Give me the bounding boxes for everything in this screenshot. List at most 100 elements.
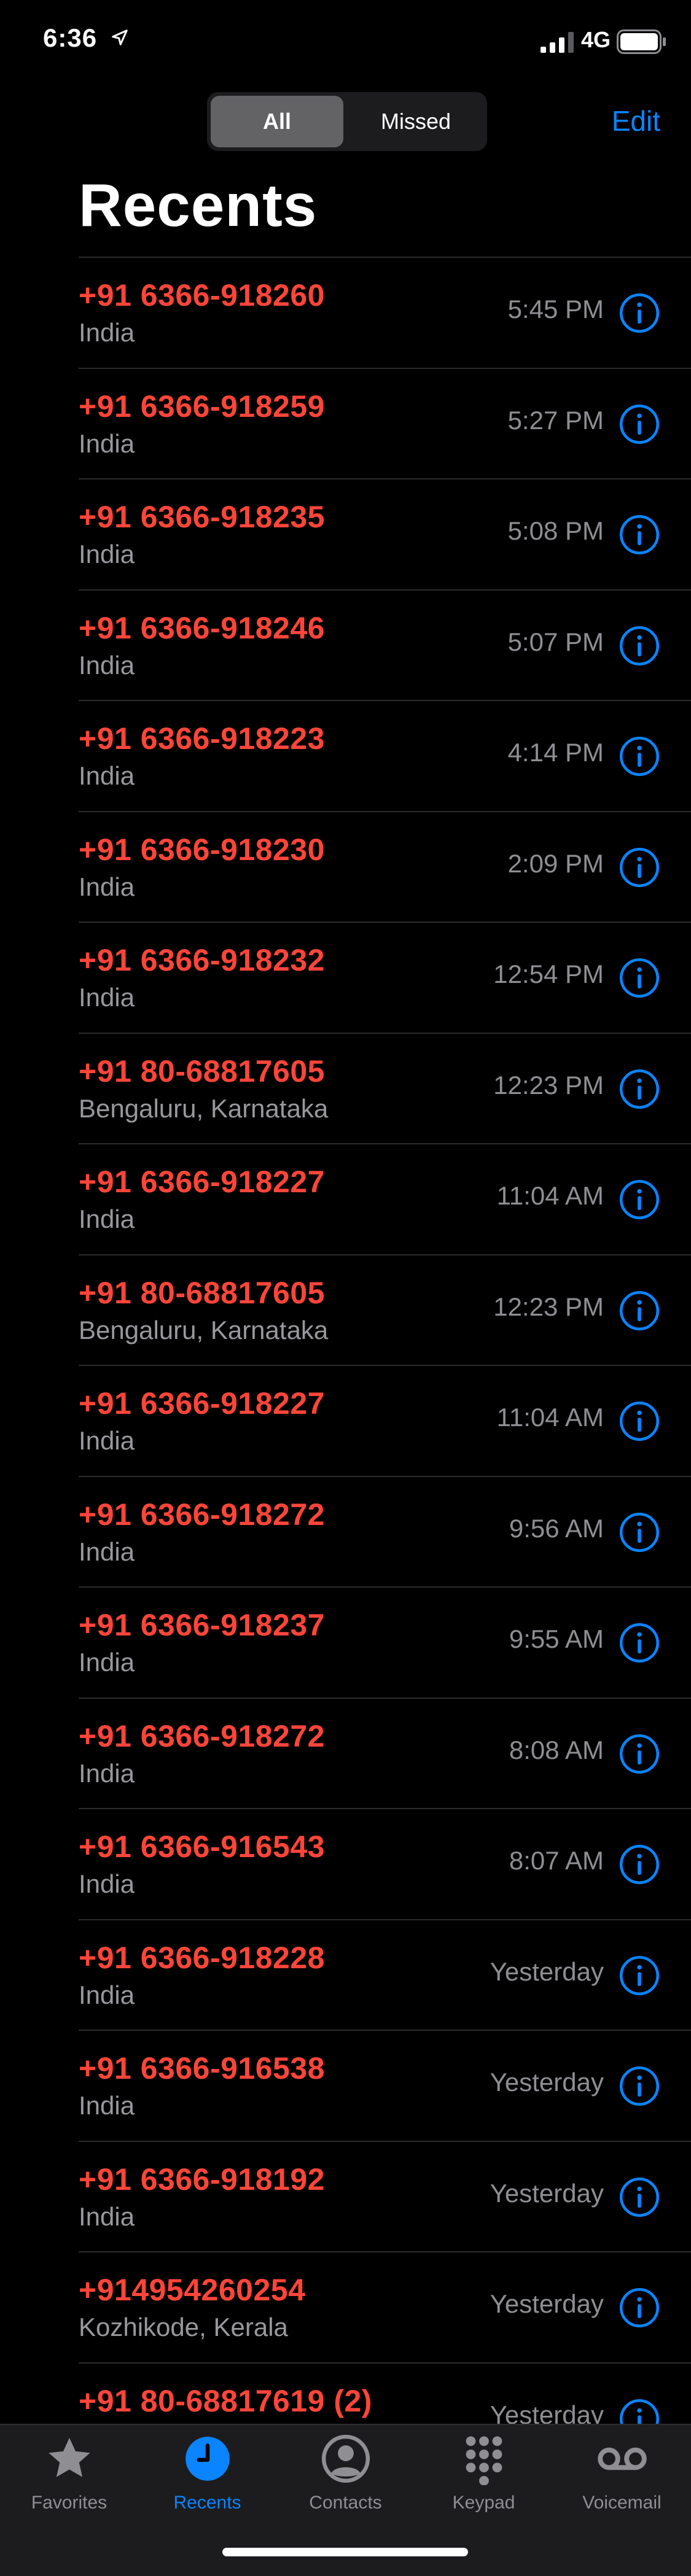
call-row[interactable]: +91 6366-918228 India Yesterday: [0, 1918, 691, 2030]
call-row[interactable]: +91 80-68817605 Bengaluru, Karnataka 12:23…: [0, 1254, 691, 1365]
recents-list[interactable]: +91 6366-918260 India 5:45 PM +91 6366-9182…: [0, 257, 691, 2424]
keypad-icon: [466, 2436, 502, 2485]
call-row[interactable]: +91 6366-918237 India 9:55 AM: [0, 1586, 691, 1697]
info-icon[interactable]: [619, 2287, 660, 2329]
voicemail-icon: [598, 2447, 647, 2470]
cellular-signal-icon: [541, 32, 574, 53]
filter-segmented-control: All Missed: [207, 92, 487, 151]
call-row[interactable]: +91 6366-918272 India 8:08 AM: [0, 1697, 691, 1809]
info-icon[interactable]: [619, 403, 660, 445]
call-number: +91 80-68817619 (2): [79, 2383, 372, 2418]
person-circle-icon: [321, 2434, 370, 2483]
page-title: Recents: [79, 171, 318, 239]
call-number: +91 6366-918260: [79, 278, 325, 312]
call-row[interactable]: +91 6366-918227 India 11:04 AM: [0, 1365, 691, 1476]
tab-voicemail-label: Voicemail: [582, 2493, 662, 2513]
call-number: +91 6366-918272: [79, 1718, 325, 1753]
call-location: Bengaluru, Karnataka: [79, 1315, 329, 1344]
call-location: India: [79, 1426, 135, 1455]
segment-missed[interactable]: Missed: [348, 96, 483, 147]
info-icon[interactable]: [619, 1622, 660, 1664]
call-time: 11:04 AM: [496, 1403, 604, 1432]
info-icon[interactable]: [619, 514, 660, 556]
call-time: Yesterday: [490, 2400, 604, 2424]
call-number: +91 6366-918227: [79, 1165, 325, 1199]
call-location: India: [79, 1869, 135, 1898]
info-icon[interactable]: [619, 847, 660, 888]
tab-recents[interactable]: Recents: [138, 2425, 276, 2513]
battery-icon: [617, 29, 666, 54]
tab-contacts-label: Contacts: [309, 2493, 382, 2513]
call-location: India: [79, 540, 135, 568]
network-type: 4G: [581, 27, 611, 52]
call-time: 4:14 PM: [507, 738, 604, 767]
call-number: +91 6366-918246: [79, 610, 325, 645]
call-row[interactable]: +91 6366-918260 India 5:45 PM: [0, 257, 691, 368]
call-row[interactable]: +91 6366-918223 India 4:14 PM: [0, 700, 691, 811]
home-indicator[interactable]: [222, 2548, 468, 2556]
call-number: +91 80-68817605: [79, 1275, 325, 1310]
call-number: +91 6366-918232: [79, 943, 325, 977]
info-icon[interactable]: [619, 957, 660, 999]
call-time: 9:55 AM: [509, 1624, 604, 1653]
call-row[interactable]: +91 6366-918246 India 5:07 PM: [0, 589, 691, 700]
call-row[interactable]: +91 80-68817605 Bengaluru, Karnataka 12:23…: [0, 1032, 691, 1144]
info-icon[interactable]: [619, 2065, 660, 2107]
call-row[interactable]: +91 6366-916543 India 8:07 AM: [0, 1808, 691, 1919]
call-number: +91 6366-918230: [79, 832, 325, 867]
call-number: +91 6366-918235: [79, 500, 325, 534]
call-number: +91 6366-918237: [79, 1608, 325, 1642]
tab-favorites-label: Favorites: [31, 2493, 107, 2513]
tab-keypad[interactable]: Keypad: [415, 2425, 553, 2513]
call-row[interactable]: +91 6366-918272 India 9:56 AM: [0, 1475, 691, 1587]
call-time: 5:45 PM: [507, 295, 604, 324]
call-time: Yesterday: [490, 2289, 604, 2318]
call-location: India: [79, 2091, 135, 2120]
tab-voicemail[interactable]: Voicemail: [553, 2425, 691, 2513]
call-time: 5:07 PM: [507, 627, 604, 656]
info-icon[interactable]: [619, 2398, 660, 2424]
call-row[interactable]: +91 6366-918259 India 5:27 PM: [0, 367, 691, 479]
info-icon[interactable]: [619, 1400, 660, 1442]
info-icon[interactable]: [619, 1179, 660, 1220]
call-time: 12:23 PM: [493, 1070, 604, 1100]
info-icon[interactable]: [619, 1290, 660, 1332]
status-bar: 6:36 4G: [0, 0, 691, 86]
info-icon[interactable]: [619, 1733, 660, 1775]
info-icon[interactable]: [619, 292, 660, 334]
call-location: India: [79, 318, 135, 347]
clock-icon: [185, 2437, 230, 2481]
info-icon[interactable]: [619, 1844, 660, 1885]
tab-contacts[interactable]: Contacts: [276, 2425, 415, 2513]
segment-all[interactable]: All: [211, 96, 343, 147]
call-time: 8:08 AM: [509, 1735, 604, 1764]
call-row[interactable]: +91 6366-918227 India 11:04 AM: [0, 1143, 691, 1254]
call-row[interactable]: +91 6366-918232 India 12:54 PM: [0, 921, 691, 1033]
call-time: 8:07 AM: [509, 1846, 604, 1875]
tab-favorites[interactable]: Favorites: [0, 2425, 138, 2513]
call-number: +914954260254: [79, 2273, 306, 2307]
call-row[interactable]: +91 80-68817619 (2) Yesterday: [0, 2362, 691, 2424]
info-icon[interactable]: [619, 735, 660, 777]
call-time: 2:09 PM: [507, 848, 604, 878]
call-location: India: [79, 983, 135, 1012]
info-icon[interactable]: [619, 1068, 660, 1110]
call-time: 11:04 AM: [496, 1181, 604, 1210]
info-icon[interactable]: [619, 625, 660, 667]
call-number: +91 6366-918228: [79, 1940, 325, 1975]
call-row[interactable]: +91 6366-918192 India Yesterday: [0, 2140, 691, 2252]
call-number: +91 6366-918192: [79, 2162, 325, 2197]
call-number: +91 6366-916543: [79, 1829, 325, 1864]
call-location: Kozhikode, Kerala: [79, 2313, 288, 2341]
call-row[interactable]: +91 6366-918230 India 2:09 PM: [0, 810, 691, 922]
call-number: +91 80-68817605: [79, 1053, 325, 1088]
call-location: India: [79, 1758, 135, 1788]
info-icon[interactable]: [619, 1511, 660, 1553]
call-row[interactable]: +91 6366-918235 India 5:08 PM: [0, 478, 691, 589]
info-icon[interactable]: [619, 1955, 660, 1996]
edit-button[interactable]: Edit: [612, 104, 660, 138]
call-row[interactable]: +914954260254 Kozhikode, Kerala Yesterday: [0, 2251, 691, 2362]
call-time: Yesterday: [490, 2178, 604, 2208]
call-row[interactable]: +91 6366-916538 India Yesterday: [0, 2030, 691, 2141]
info-icon[interactable]: [619, 2176, 660, 2218]
